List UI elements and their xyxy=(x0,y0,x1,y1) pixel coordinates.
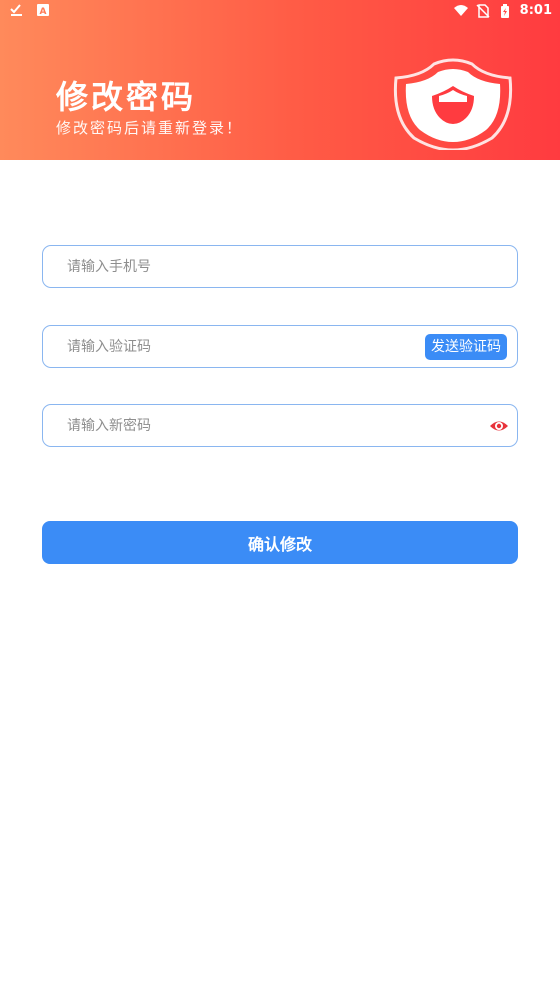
status-time: 8:01 xyxy=(519,3,552,18)
wifi-icon xyxy=(453,4,468,18)
status-bar: A 8:01 xyxy=(0,0,560,24)
eye-icon[interactable] xyxy=(489,416,509,436)
svg-text:A: A xyxy=(40,7,47,17)
header-banner: A 8:01 修改密码 修改密码后请重新登录！ xyxy=(0,0,560,160)
keyboard-a-icon: A xyxy=(36,3,50,17)
phone-field[interactable] xyxy=(42,245,518,288)
shield-icon xyxy=(392,58,514,152)
verification-code-input[interactable] xyxy=(67,326,427,367)
page-title: 修改密码 xyxy=(56,78,197,116)
new-password-field[interactable] xyxy=(42,404,518,447)
verification-code-field[interactable]: 发送验证码 xyxy=(42,325,518,368)
download-done-icon xyxy=(10,3,24,17)
page-subtitle: 修改密码后请重新登录！ xyxy=(56,119,244,137)
send-code-button[interactable]: 发送验证码 xyxy=(425,334,507,360)
phone-input[interactable] xyxy=(67,246,427,287)
no-sim-icon xyxy=(476,3,490,18)
battery-icon xyxy=(498,3,512,18)
new-password-input[interactable] xyxy=(67,405,427,446)
confirm-button[interactable]: 确认修改 xyxy=(42,521,518,564)
